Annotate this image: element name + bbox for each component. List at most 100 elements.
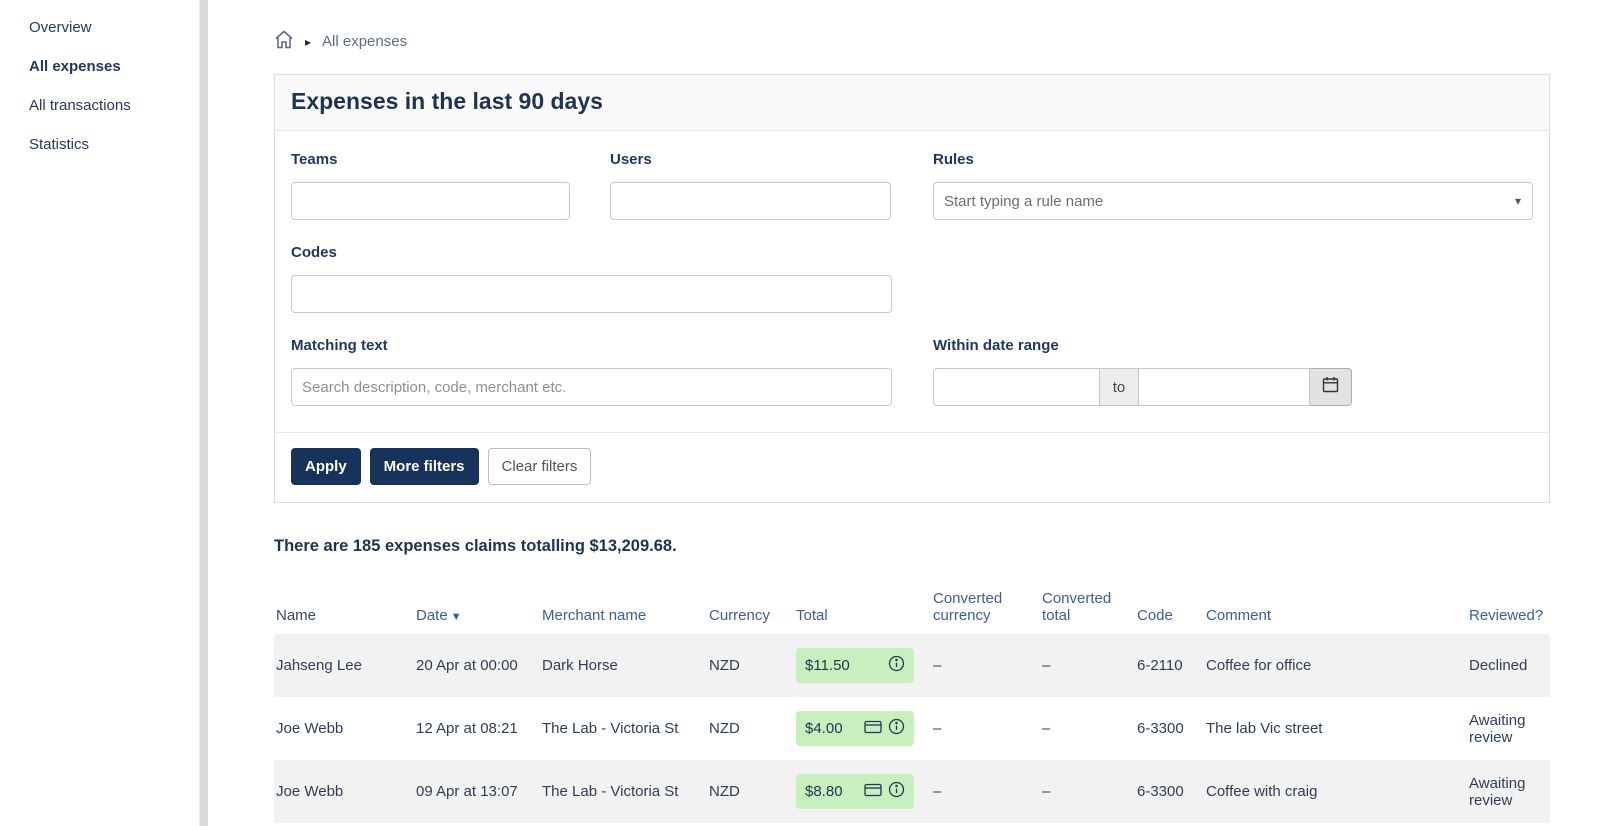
users-field: Users — [610, 151, 891, 220]
filter-card-body: Teams Users Rules Start typing a rule na… — [275, 131, 1549, 432]
breadcrumb: ▸ All expenses — [274, 30, 1600, 53]
sidebar: Overview All expenses All transactions S… — [0, 0, 200, 826]
info-icon[interactable] — [888, 781, 905, 802]
header-date[interactable]: Date ▼ — [414, 586, 540, 634]
filter-card-header: Expenses in the last 90 days — [275, 75, 1549, 131]
amount-badge[interactable]: $11.50 — [796, 648, 914, 683]
header-converted-currency[interactable]: Converted currency — [931, 586, 1040, 634]
sidebar-item-all-expenses[interactable]: All expenses — [0, 47, 199, 86]
cell-comment: The lab Vic street — [1206, 720, 1323, 737]
table-row[interactable]: Joe Webb 09 Apr at 13:07 The Lab - Victo… — [274, 760, 1550, 823]
date-from-input[interactable] — [933, 368, 1100, 406]
main-content: ▸ All expenses Expenses in the last 90 d… — [208, 0, 1600, 826]
table-row[interactable]: Jahseng Lee 20 Apr at 00:00 Dark Horse N… — [274, 634, 1550, 697]
cell-merchant: The Lab - Victoria St — [542, 720, 679, 737]
amount-badge[interactable]: $8.80 — [796, 774, 914, 809]
filter-card-footer: Apply More filters Clear filters — [275, 432, 1549, 502]
breadcrumb-current[interactable]: All expenses — [322, 33, 407, 50]
apply-button[interactable]: Apply — [291, 448, 361, 485]
header-comment[interactable]: Comment — [1204, 586, 1467, 634]
cell-currency: NZD — [709, 657, 740, 674]
cell-comment: Coffee with craig — [1206, 783, 1318, 800]
chevron-down-icon: ▾ — [1514, 194, 1521, 208]
cell-total: $11.50 — [794, 634, 931, 697]
home-icon[interactable] — [274, 30, 294, 53]
cell-currency: NZD — [709, 720, 740, 737]
users-label: Users — [610, 151, 652, 168]
clear-filters-button[interactable]: Clear filters — [487, 448, 592, 485]
cell-date: 20 Apr at 00:00 — [416, 657, 518, 674]
cell-date: 09 Apr at 13:07 — [416, 783, 518, 800]
cell-total: $4.00 — [794, 697, 931, 760]
cell-converted-total: – — [1042, 657, 1051, 674]
cell-reviewed: Declined — [1469, 657, 1528, 674]
amount-value: $11.50 — [805, 657, 850, 674]
calendar-icon — [1322, 376, 1339, 398]
amount-value: $4.00 — [805, 720, 843, 737]
cell-merchant: The Lab - Victoria St — [542, 783, 679, 800]
sidebar-item-statistics[interactable]: Statistics — [0, 125, 199, 164]
filter-row-1: Teams Users Rules Start typing a rule na… — [291, 151, 1533, 220]
cell-currency: NZD — [709, 783, 740, 800]
header-converted-total[interactable]: Converted total — [1040, 586, 1135, 634]
rules-label: Rules — [933, 151, 974, 168]
cell-total: $8.80 — [794, 760, 931, 823]
header-date-label: Date — [416, 607, 448, 624]
amount-value: $8.80 — [805, 783, 843, 800]
matching-text-field: Matching text — [291, 337, 892, 406]
date-range-to-label: to — [1100, 368, 1138, 406]
info-icon[interactable] — [888, 718, 905, 739]
breadcrumb-separator-icon: ▸ — [305, 34, 312, 49]
sidebar-scrollbar[interactable] — [200, 0, 208, 826]
filter-row-2: Codes — [291, 244, 1533, 313]
filter-row-3: Matching text Within date range to — [291, 337, 1533, 406]
header-merchant-name[interactable]: Merchant name — [540, 586, 707, 634]
teams-field: Teams — [291, 151, 570, 220]
date-to-input[interactable] — [1138, 368, 1310, 406]
matching-text-input[interactable] — [291, 368, 892, 406]
rules-select[interactable]: Start typing a rule name ▾ — [933, 182, 1533, 220]
cell-converted-total: – — [1042, 783, 1051, 800]
cell-name: Jahseng Lee — [276, 657, 362, 674]
sidebar-item-all-transactions[interactable]: All transactions — [0, 86, 199, 125]
cell-reviewed: Awaiting review — [1469, 711, 1526, 746]
table-row[interactable]: Joe Webb 12 Apr at 08:21 The Lab - Victo… — [274, 697, 1550, 760]
header-reviewed[interactable]: Reviewed? — [1467, 586, 1550, 634]
more-filters-button[interactable]: More filters — [369, 448, 479, 485]
cell-converted-currency: – — [933, 720, 942, 737]
filter-card: Expenses in the last 90 days Teams Users… — [274, 74, 1550, 503]
date-range-label: Within date range — [933, 337, 1059, 354]
teams-label: Teams — [291, 151, 338, 168]
rules-field: Rules Start typing a rule name ▾ — [933, 151, 1533, 220]
codes-input[interactable] — [291, 275, 892, 313]
amount-badge[interactable]: $4.00 — [796, 711, 914, 746]
calendar-button[interactable] — [1310, 368, 1352, 406]
header-name: Name — [276, 607, 317, 624]
table-header: Name Date ▼ Merchant name Currency Total … — [274, 586, 1550, 634]
sidebar-item-overview[interactable]: Overview — [0, 8, 199, 47]
users-input[interactable] — [610, 182, 891, 220]
date-range-field: Within date range to — [933, 337, 1352, 406]
header-total[interactable]: Total — [794, 586, 931, 634]
header-code[interactable]: Code — [1135, 586, 1204, 634]
expenses-table: Name Date ▼ Merchant name Currency Total … — [274, 586, 1550, 823]
teams-input[interactable] — [291, 182, 570, 220]
header-currency[interactable]: Currency — [707, 586, 794, 634]
matching-text-label: Matching text — [291, 337, 388, 354]
cell-name: Joe Webb — [276, 720, 344, 737]
credit-card-icon — [864, 720, 882, 738]
rules-select-placeholder: Start typing a rule name — [944, 192, 1104, 210]
cell-code: 6-2110 — [1137, 657, 1183, 674]
cell-code: 6-3300 — [1137, 783, 1184, 800]
cell-name: Joe Webb — [276, 783, 344, 800]
cell-reviewed: Awaiting review — [1469, 774, 1526, 809]
credit-card-icon — [864, 783, 882, 801]
cell-date: 12 Apr at 08:21 — [416, 720, 518, 737]
info-icon[interactable] — [888, 655, 905, 676]
table-header-row: Name Date ▼ Merchant name Currency Total … — [274, 586, 1550, 634]
page-title: Expenses in the last 90 days — [291, 88, 603, 114]
cell-converted-currency: – — [933, 657, 942, 674]
codes-label: Codes — [291, 244, 337, 261]
cell-converted-currency: – — [933, 783, 942, 800]
page: Overview All expenses All transactions S… — [0, 0, 1600, 826]
